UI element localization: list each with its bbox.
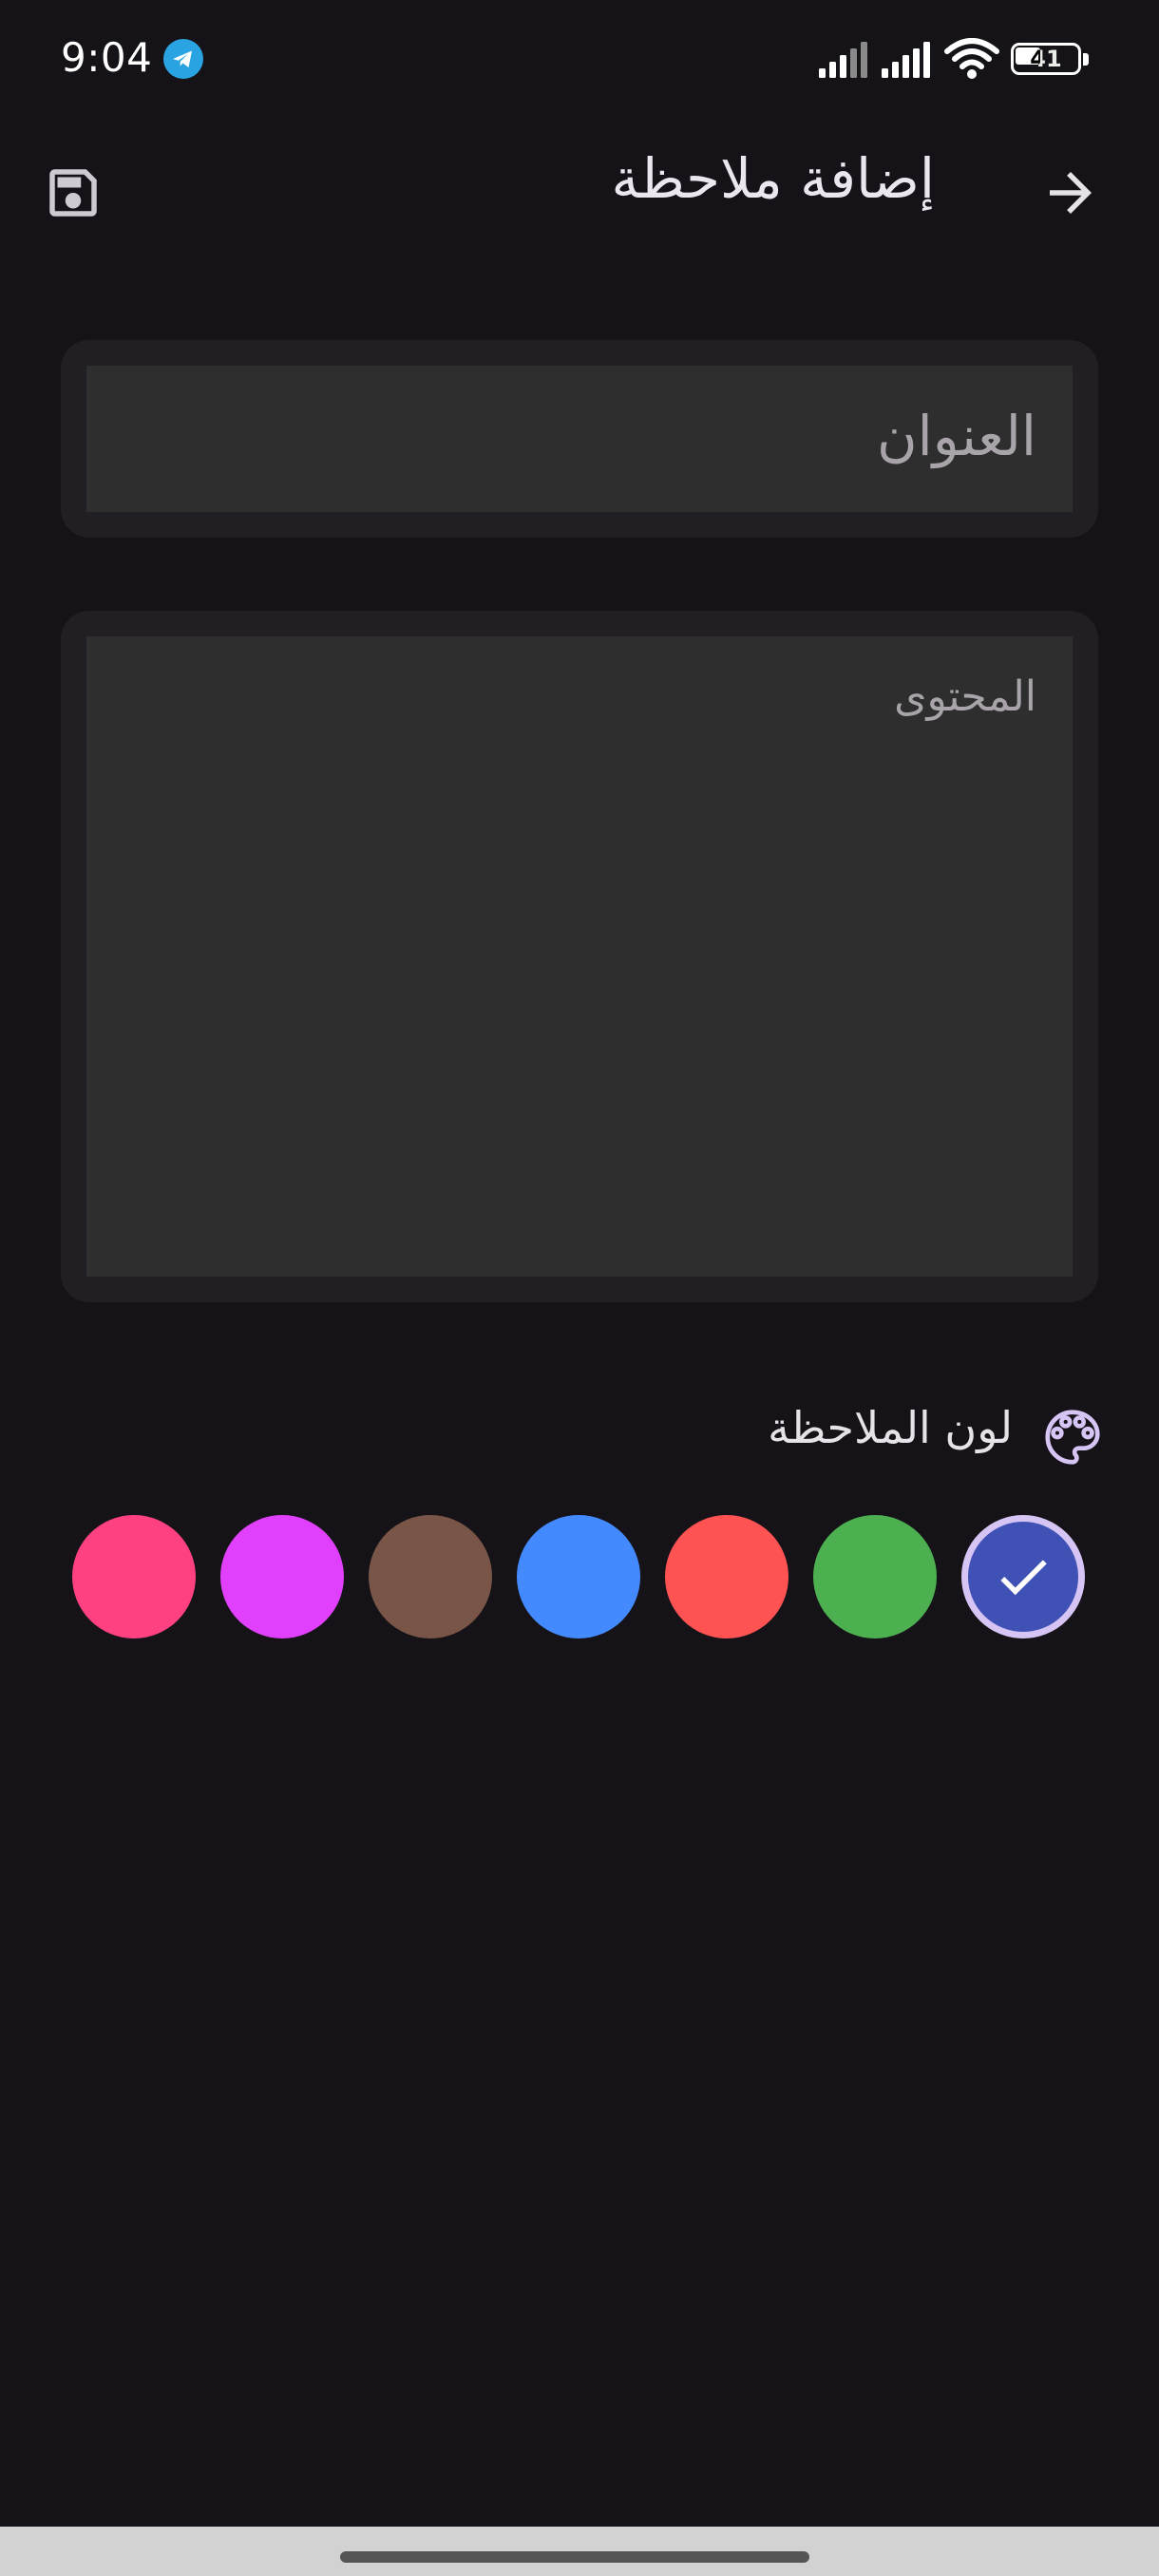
signal-icon	[819, 42, 867, 78]
note-color-label: لون الملاحظة	[768, 1402, 1013, 1453]
home-indicator[interactable]	[340, 2551, 809, 2563]
telegram-icon	[163, 39, 203, 79]
save-button[interactable]	[34, 154, 112, 232]
back-button[interactable]	[1032, 154, 1110, 232]
content-field-card: المحتوى	[61, 611, 1098, 1302]
color-swatch-green[interactable]	[813, 1515, 937, 1638]
app-bar: إضافة ملاحظة	[0, 133, 1159, 252]
save-icon	[49, 169, 97, 217]
color-swatch-blue[interactable]	[517, 1515, 640, 1638]
signal-icon	[882, 42, 930, 78]
title-field[interactable]: العنوان	[86, 366, 1073, 512]
wifi-icon	[944, 38, 999, 79]
color-swatch-brown[interactable]	[369, 1515, 492, 1638]
navigation-bar	[0, 2527, 1159, 2576]
content-input-placeholder: المحتوى	[894, 672, 1036, 721]
check-icon	[1000, 1560, 1047, 1596]
battery-icon: 41	[1011, 43, 1091, 77]
color-swatch-indigo[interactable]	[961, 1515, 1085, 1638]
page-title: إضافة ملاحظة	[611, 146, 936, 211]
content-field[interactable]: المحتوى	[86, 636, 1073, 1277]
color-swatch-pink[interactable]	[72, 1515, 196, 1638]
color-swatch-red[interactable]	[665, 1515, 788, 1638]
battery-level: 41	[1030, 46, 1062, 72]
status-time: 9:04	[61, 34, 153, 81]
title-input-placeholder: العنوان	[877, 404, 1036, 468]
status-bar: 9:04 41	[0, 0, 1159, 119]
title-field-card: العنوان	[61, 340, 1098, 538]
palette-icon	[1045, 1410, 1100, 1465]
color-swatch-purple[interactable]	[220, 1515, 344, 1638]
add-note-screen: 9:04 41 إضافة ملاحظة العنوان المحتوى لون…	[0, 0, 1159, 2576]
arrow-right-icon	[1050, 172, 1092, 214]
note-color-header: لون الملاحظة	[0, 1396, 1159, 1472]
